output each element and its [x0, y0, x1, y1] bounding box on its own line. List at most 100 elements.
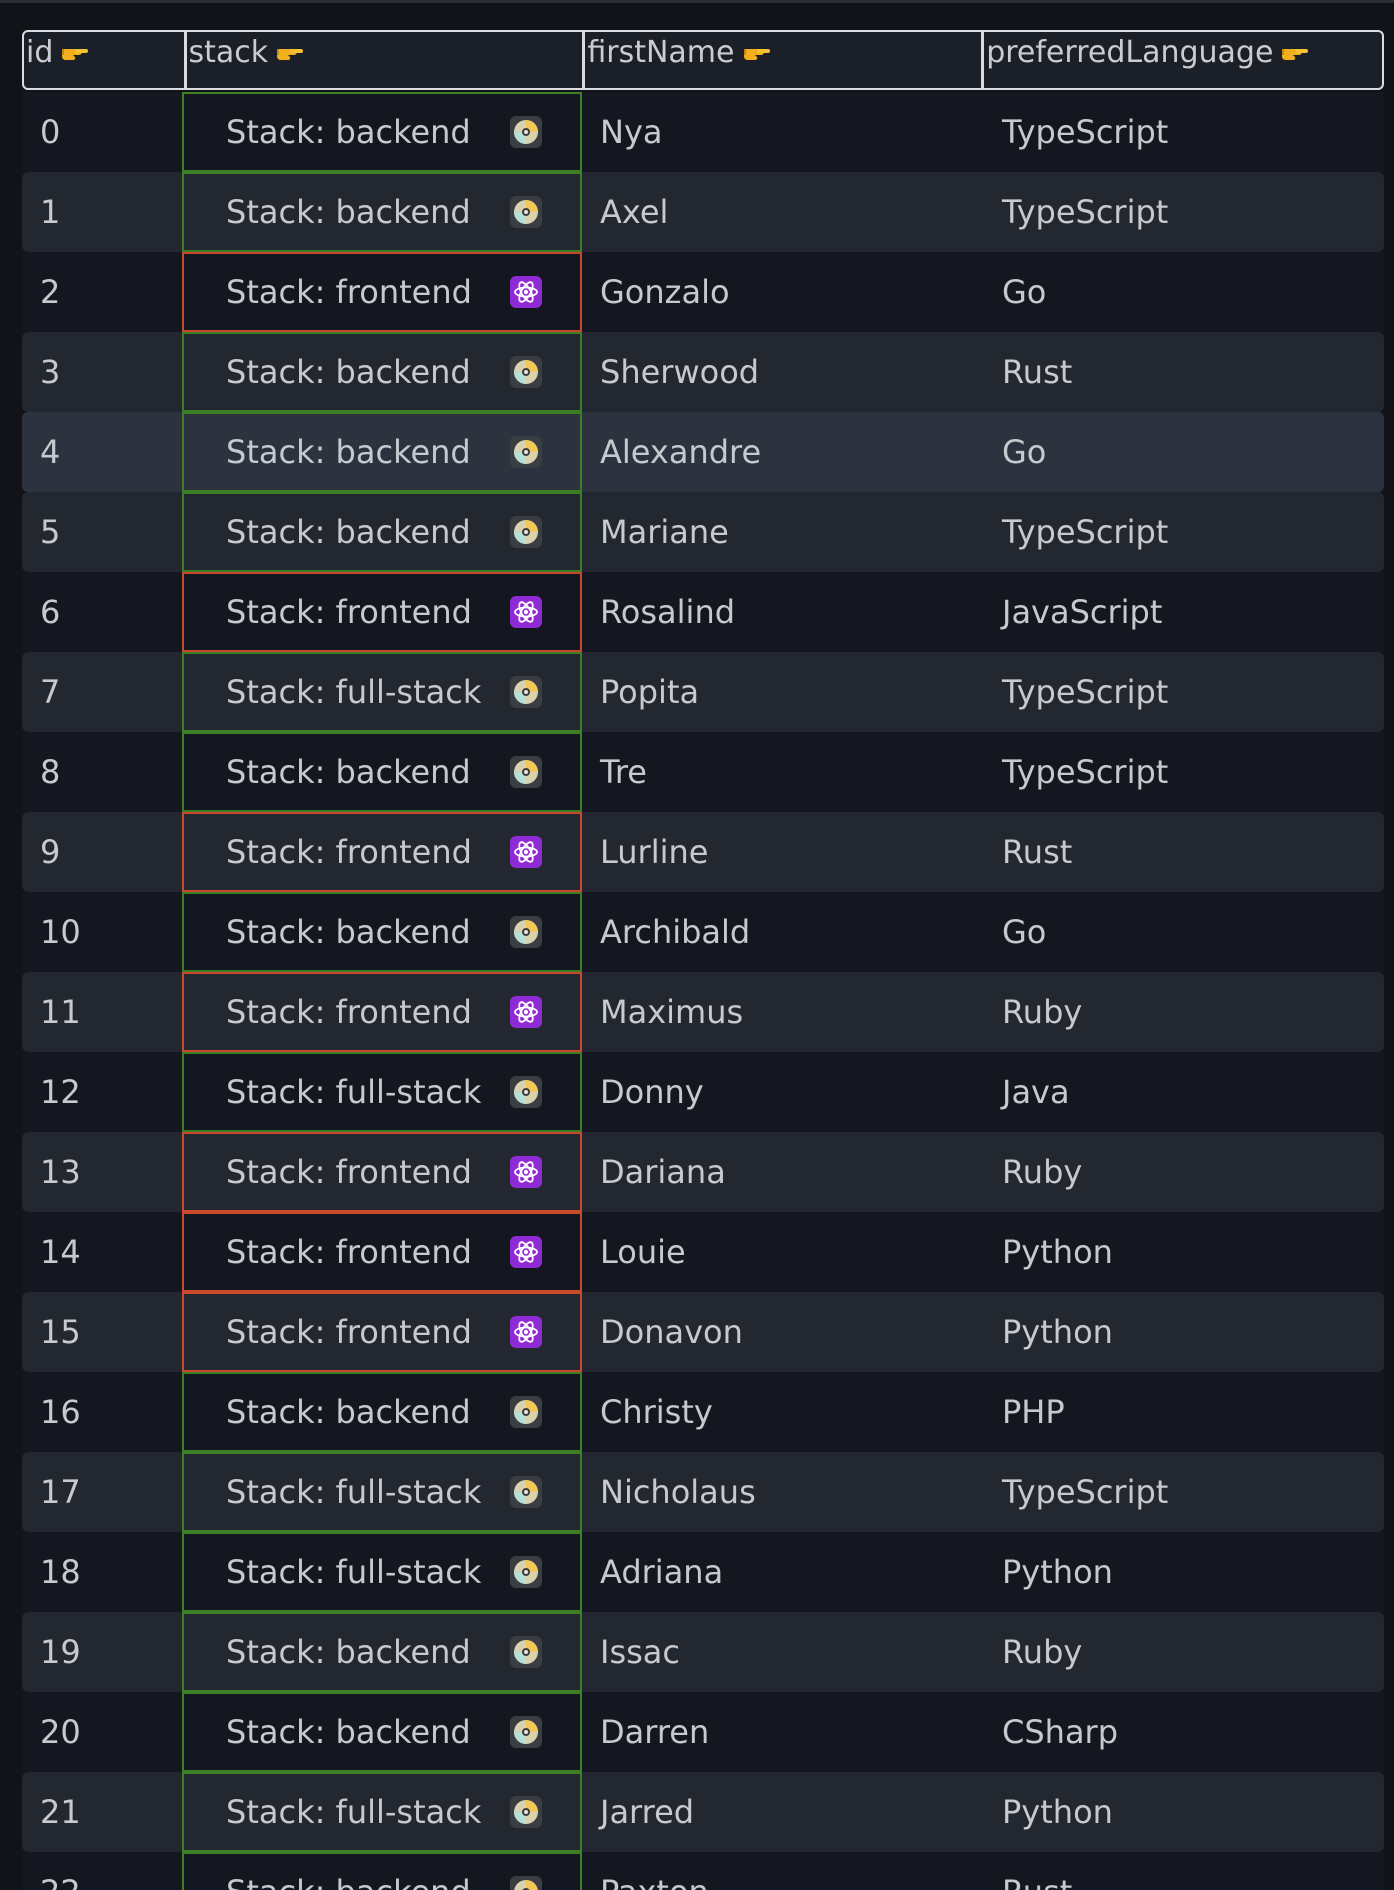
table-row[interactable]: 2 Stack: frontend Gonzalo Go — [22, 252, 1384, 332]
cell-preferredlanguage[interactable]: CSharp — [982, 1692, 1384, 1772]
table-row[interactable]: 17 Stack: full-stack Nicholaus TypeScript — [22, 1452, 1384, 1532]
cell-id[interactable]: 18 — [22, 1532, 182, 1612]
table-row[interactable]: 8 Stack: backend Tre TypeScript — [22, 732, 1384, 812]
table-row[interactable]: 3 Stack: backend Sherwood Rust — [22, 332, 1384, 412]
cell-stack[interactable]: Stack: backend — [182, 172, 582, 252]
cell-id[interactable]: 11 — [22, 972, 182, 1052]
cell-preferredlanguage[interactable]: Rust — [982, 1852, 1384, 1890]
cell-stack[interactable]: Stack: backend — [182, 1852, 582, 1890]
cell-firstname[interactable]: Donavon — [582, 1292, 982, 1372]
cell-id[interactable]: 20 — [22, 1692, 182, 1772]
cell-firstname[interactable]: Darren — [582, 1692, 982, 1772]
cell-id[interactable]: 13 — [22, 1132, 182, 1212]
table-row[interactable]: 20 Stack: backend Darren CSharp — [22, 1692, 1384, 1772]
cell-preferredlanguage[interactable]: Python — [982, 1532, 1384, 1612]
cell-id[interactable]: 16 — [22, 1372, 182, 1452]
cell-stack[interactable]: Stack: full-stack — [182, 1772, 582, 1852]
cell-preferredlanguage[interactable]: Ruby — [982, 1612, 1384, 1692]
cell-stack[interactable]: Stack: full-stack — [182, 652, 582, 732]
cell-preferredlanguage[interactable]: Go — [982, 892, 1384, 972]
cell-stack[interactable]: Stack: backend — [182, 412, 582, 492]
cell-id[interactable]: 8 — [22, 732, 182, 812]
cell-stack[interactable]: Stack: frontend — [182, 572, 582, 652]
table-row[interactable]: 0 Stack: backend Nya TypeScript — [22, 92, 1384, 172]
column-header-preferredlanguage[interactable]: preferredLanguage — [981, 32, 1382, 88]
cell-firstname[interactable]: Archibald — [582, 892, 982, 972]
cell-firstname[interactable]: Axel — [582, 172, 982, 252]
cell-firstname[interactable]: Dariana — [582, 1132, 982, 1212]
cell-stack[interactable]: Stack: frontend — [182, 1132, 582, 1212]
table-row[interactable]: 16 Stack: backend Christy PHP — [22, 1372, 1384, 1452]
cell-id[interactable]: 19 — [22, 1612, 182, 1692]
cell-firstname[interactable]: Nicholaus — [582, 1452, 982, 1532]
cell-preferredlanguage[interactable]: TypeScript — [982, 172, 1384, 252]
cell-firstname[interactable]: Mariane — [582, 492, 982, 572]
cell-firstname[interactable]: Jarred — [582, 1772, 982, 1852]
cell-preferredlanguage[interactable]: Ruby — [982, 1132, 1384, 1212]
cell-firstname[interactable]: Louie — [582, 1212, 982, 1292]
cell-id[interactable]: 21 — [22, 1772, 182, 1852]
cell-stack[interactable]: Stack: backend — [182, 892, 582, 972]
cell-preferredlanguage[interactable]: Python — [982, 1772, 1384, 1852]
cell-stack[interactable]: Stack: full-stack — [182, 1452, 582, 1532]
cell-stack[interactable]: Stack: full-stack — [182, 1532, 582, 1612]
table-row[interactable]: 18 Stack: full-stack Adriana Python — [22, 1532, 1384, 1612]
cell-id[interactable]: 2 — [22, 252, 182, 332]
cell-firstname[interactable]: Adriana — [582, 1532, 982, 1612]
cell-stack[interactable]: Stack: backend — [182, 1692, 582, 1772]
table-row[interactable]: 15 Stack: frontend Donavon Python — [22, 1292, 1384, 1372]
table-row[interactable]: 5 Stack: backend Mariane TypeScript — [22, 492, 1384, 572]
cell-preferredlanguage[interactable]: Rust — [982, 812, 1384, 892]
cell-preferredlanguage[interactable]: Rust — [982, 332, 1384, 412]
cell-firstname[interactable]: Alexandre — [582, 412, 982, 492]
cell-firstname[interactable]: Nya — [582, 92, 982, 172]
cell-stack[interactable]: Stack: backend — [182, 332, 582, 412]
cell-preferredlanguage[interactable]: TypeScript — [982, 732, 1384, 812]
cell-stack[interactable]: Stack: full-stack — [182, 1052, 582, 1132]
cell-firstname[interactable]: Christy — [582, 1372, 982, 1452]
cell-preferredlanguage[interactable]: Go — [982, 412, 1384, 492]
table-row[interactable]: 22 Stack: backend PaxtonRust — [22, 1852, 1384, 1890]
cell-firstname[interactable]: Gonzalo — [582, 252, 982, 332]
table-row[interactable]: 6 Stack: frontend Rosalind JavaScript — [22, 572, 1384, 652]
table-row[interactable]: 10 Stack: backend Archibald Go — [22, 892, 1384, 972]
cell-id[interactable]: 17 — [22, 1452, 182, 1532]
cell-id[interactable]: 9 — [22, 812, 182, 892]
cell-id[interactable]: 0 — [22, 92, 182, 172]
cell-id[interactable]: 12 — [22, 1052, 182, 1132]
table-row[interactable]: 14 Stack: frontend Louie Python — [22, 1212, 1384, 1292]
cell-firstname[interactable]: Tre — [582, 732, 982, 812]
cell-id[interactable]: 10 — [22, 892, 182, 972]
cell-stack[interactable]: Stack: backend — [182, 492, 582, 572]
cell-preferredlanguage[interactable]: Python — [982, 1292, 1384, 1372]
column-header-id[interactable]: id — [24, 32, 184, 88]
cell-id[interactable]: 15 — [22, 1292, 182, 1372]
cell-firstname[interactable]: Sherwood — [582, 332, 982, 412]
cell-stack[interactable]: Stack: backend — [182, 92, 582, 172]
cell-firstname[interactable]: Lurline — [582, 812, 982, 892]
table-row[interactable]: 4 Stack: backend Alexandre Go — [22, 412, 1384, 492]
cell-preferredlanguage[interactable]: JavaScript — [982, 572, 1384, 652]
cell-preferredlanguage[interactable]: Java — [982, 1052, 1384, 1132]
cell-stack[interactable]: Stack: frontend — [182, 812, 582, 892]
table-row[interactable]: 7 Stack: full-stack Popita TypeScript — [22, 652, 1384, 732]
cell-stack[interactable]: Stack: frontend — [182, 1212, 582, 1292]
cell-id[interactable]: 5 — [22, 492, 182, 572]
cell-id[interactable]: 1 — [22, 172, 182, 252]
cell-preferredlanguage[interactable]: TypeScript — [982, 652, 1384, 732]
table-row[interactable]: 13 Stack: frontend Dariana Ruby — [22, 1132, 1384, 1212]
table-row[interactable]: 12 Stack: full-stack Donny Java — [22, 1052, 1384, 1132]
cell-stack[interactable]: Stack: frontend — [182, 972, 582, 1052]
cell-preferredlanguage[interactable]: Go — [982, 252, 1384, 332]
cell-firstname[interactable]: Rosalind — [582, 572, 982, 652]
table-row[interactable]: 11 Stack: frontend Maximus Ruby — [22, 972, 1384, 1052]
cell-preferredlanguage[interactable]: Python — [982, 1212, 1384, 1292]
cell-id[interactable]: 7 — [22, 652, 182, 732]
cell-id[interactable]: 4 — [22, 412, 182, 492]
cell-firstname[interactable]: Maximus — [582, 972, 982, 1052]
cell-firstname[interactable]: Donny — [582, 1052, 982, 1132]
cell-id[interactable]: 14 — [22, 1212, 182, 1292]
cell-firstname[interactable]: Paxton — [582, 1852, 982, 1890]
cell-preferredlanguage[interactable]: PHP — [982, 1372, 1384, 1452]
table-row[interactable]: 19 Stack: backend Issac Ruby — [22, 1612, 1384, 1692]
